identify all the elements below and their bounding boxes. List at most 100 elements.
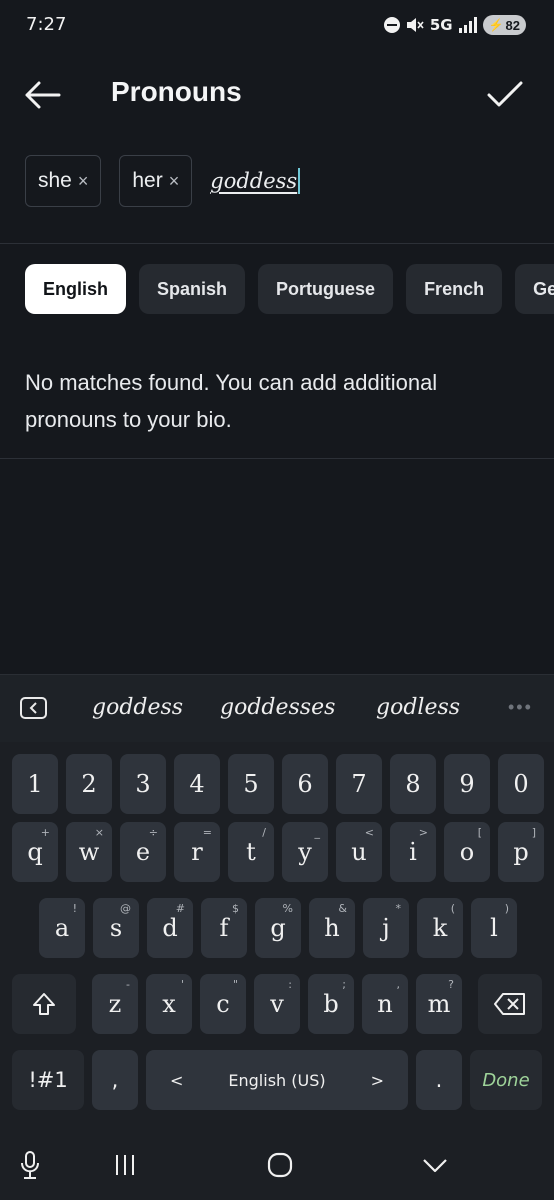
key-secondary-label: ' xyxy=(180,978,184,991)
signal-icon xyxy=(458,17,477,33)
key-label: t xyxy=(246,838,256,866)
key-p[interactable]: p] xyxy=(498,822,544,882)
key-secondary-label: - xyxy=(126,978,130,991)
key-label: n xyxy=(377,990,393,1018)
key-label: z xyxy=(108,990,122,1018)
page-title: Pronouns xyxy=(111,76,242,107)
toolbar-toggle-icon[interactable] xyxy=(20,697,47,719)
key-secondary-label: × xyxy=(94,826,104,839)
period-key[interactable]: . xyxy=(416,1050,462,1110)
key-j[interactable]: j * xyxy=(363,898,409,958)
key-v[interactable]: v: xyxy=(254,974,300,1034)
tab-portuguese[interactable]: Portuguese xyxy=(258,264,394,314)
key-w[interactable]: w × xyxy=(66,822,112,882)
key-o[interactable]: o[ xyxy=(444,822,490,882)
key-e[interactable]: e ÷ xyxy=(120,822,166,882)
space-key[interactable]: < English (US) > xyxy=(146,1050,408,1110)
more-options-icon[interactable]: ••• xyxy=(508,697,533,718)
symbols-key[interactable]: !#1 xyxy=(12,1050,84,1110)
backspace-icon xyxy=(494,993,525,1015)
key-8[interactable]: 8 xyxy=(390,754,436,814)
done-key[interactable]: Done xyxy=(470,1050,542,1110)
key-5[interactable]: 5 xyxy=(228,754,274,814)
pronoun-chips-field[interactable]: she × her × goddess xyxy=(25,155,535,207)
recent-apps-icon xyxy=(116,1155,134,1175)
microphone-icon xyxy=(21,1151,39,1179)
nav-back-button[interactable] xyxy=(415,1148,455,1182)
key-c[interactable]: c " xyxy=(200,974,246,1034)
chevron-left-icon xyxy=(29,702,37,714)
key-7[interactable]: 7 xyxy=(336,754,382,814)
key-f[interactable]: f $ xyxy=(201,898,247,958)
key-l[interactable]: l) xyxy=(471,898,517,958)
key-y[interactable]: y _ xyxy=(282,822,328,882)
tab-german[interactable]: Ge xyxy=(515,264,554,314)
key-0[interactable]: 0 xyxy=(498,754,544,814)
divider xyxy=(0,458,554,459)
key-label: m xyxy=(427,990,451,1018)
key-label: r xyxy=(191,838,203,866)
remove-chip-icon[interactable]: × xyxy=(78,172,89,190)
key-3[interactable]: 3 xyxy=(120,754,166,814)
key-6[interactable]: 6 xyxy=(282,754,328,814)
key-a[interactable]: a! xyxy=(39,898,85,958)
key-label: h xyxy=(324,914,340,942)
key-u[interactable]: u < xyxy=(336,822,382,882)
key-i[interactable]: i > xyxy=(390,822,436,882)
key-s[interactable]: s @ xyxy=(93,898,139,958)
key-secondary-label: , xyxy=(396,978,401,991)
battery-badge: ⚡ 82 xyxy=(482,15,526,35)
key-t[interactable]: t / xyxy=(228,822,274,882)
key-label: 1 xyxy=(27,770,43,798)
suggestion-item[interactable]: goddesses xyxy=(220,695,335,720)
pronoun-chip[interactable]: she × xyxy=(25,155,102,207)
confirm-button[interactable] xyxy=(482,72,528,118)
suggestion-item[interactable]: goddess xyxy=(92,695,183,720)
key-secondary-label: @ xyxy=(120,902,131,915)
home-button[interactable] xyxy=(260,1148,300,1182)
tab-french[interactable]: French xyxy=(406,264,503,314)
key-n[interactable]: n, xyxy=(362,974,408,1034)
remove-chip-icon[interactable]: × xyxy=(169,172,180,190)
status-time: 7:27 xyxy=(26,14,67,35)
shift-key[interactable] xyxy=(12,974,76,1034)
key-b[interactable]: b; xyxy=(308,974,354,1034)
suggestion-item[interactable]: godless xyxy=(376,695,460,720)
text-cursor xyxy=(298,168,301,194)
key-2[interactable]: 2 xyxy=(66,754,112,814)
key-label: e xyxy=(135,838,151,866)
comma-key[interactable]: , xyxy=(92,1050,138,1110)
key-label: j xyxy=(382,914,390,942)
key-secondary-label: # xyxy=(175,902,185,915)
key-4[interactable]: 4 xyxy=(174,754,220,814)
key-g[interactable]: g% xyxy=(255,898,301,958)
microphone-button[interactable] xyxy=(10,1148,50,1182)
key-z[interactable]: z- xyxy=(92,974,138,1034)
key-label: k xyxy=(432,914,448,942)
key-label: a xyxy=(54,914,70,942)
key-q[interactable]: q + xyxy=(12,822,58,882)
language-next-icon: > xyxy=(370,1070,384,1090)
tab-english[interactable]: English xyxy=(25,264,127,314)
tab-spanish[interactable]: Spanish xyxy=(139,264,246,314)
pronoun-chip[interactable]: her × xyxy=(119,155,193,207)
key-9[interactable]: 9 xyxy=(444,754,490,814)
key-secondary-label: ) xyxy=(504,902,509,915)
key-m[interactable]: m? xyxy=(416,974,462,1034)
backspace-key[interactable] xyxy=(478,974,542,1034)
key-label: g xyxy=(270,914,286,942)
shift-icon xyxy=(33,993,55,1015)
key-label: p xyxy=(513,838,529,866)
pronoun-input[interactable]: goddess xyxy=(210,155,301,207)
key-r[interactable]: r = xyxy=(174,822,220,882)
key-d[interactable]: d # xyxy=(147,898,193,958)
mute-icon xyxy=(406,18,424,32)
home-icon xyxy=(267,1152,293,1178)
key-h[interactable]: h & xyxy=(309,898,355,958)
key-1[interactable]: 1 xyxy=(12,754,58,814)
key-label: f xyxy=(219,914,229,942)
recent-apps-button[interactable] xyxy=(105,1148,145,1182)
back-button[interactable] xyxy=(20,72,66,118)
key-k[interactable]: k( xyxy=(417,898,463,958)
key-x[interactable]: x ' xyxy=(146,974,192,1034)
